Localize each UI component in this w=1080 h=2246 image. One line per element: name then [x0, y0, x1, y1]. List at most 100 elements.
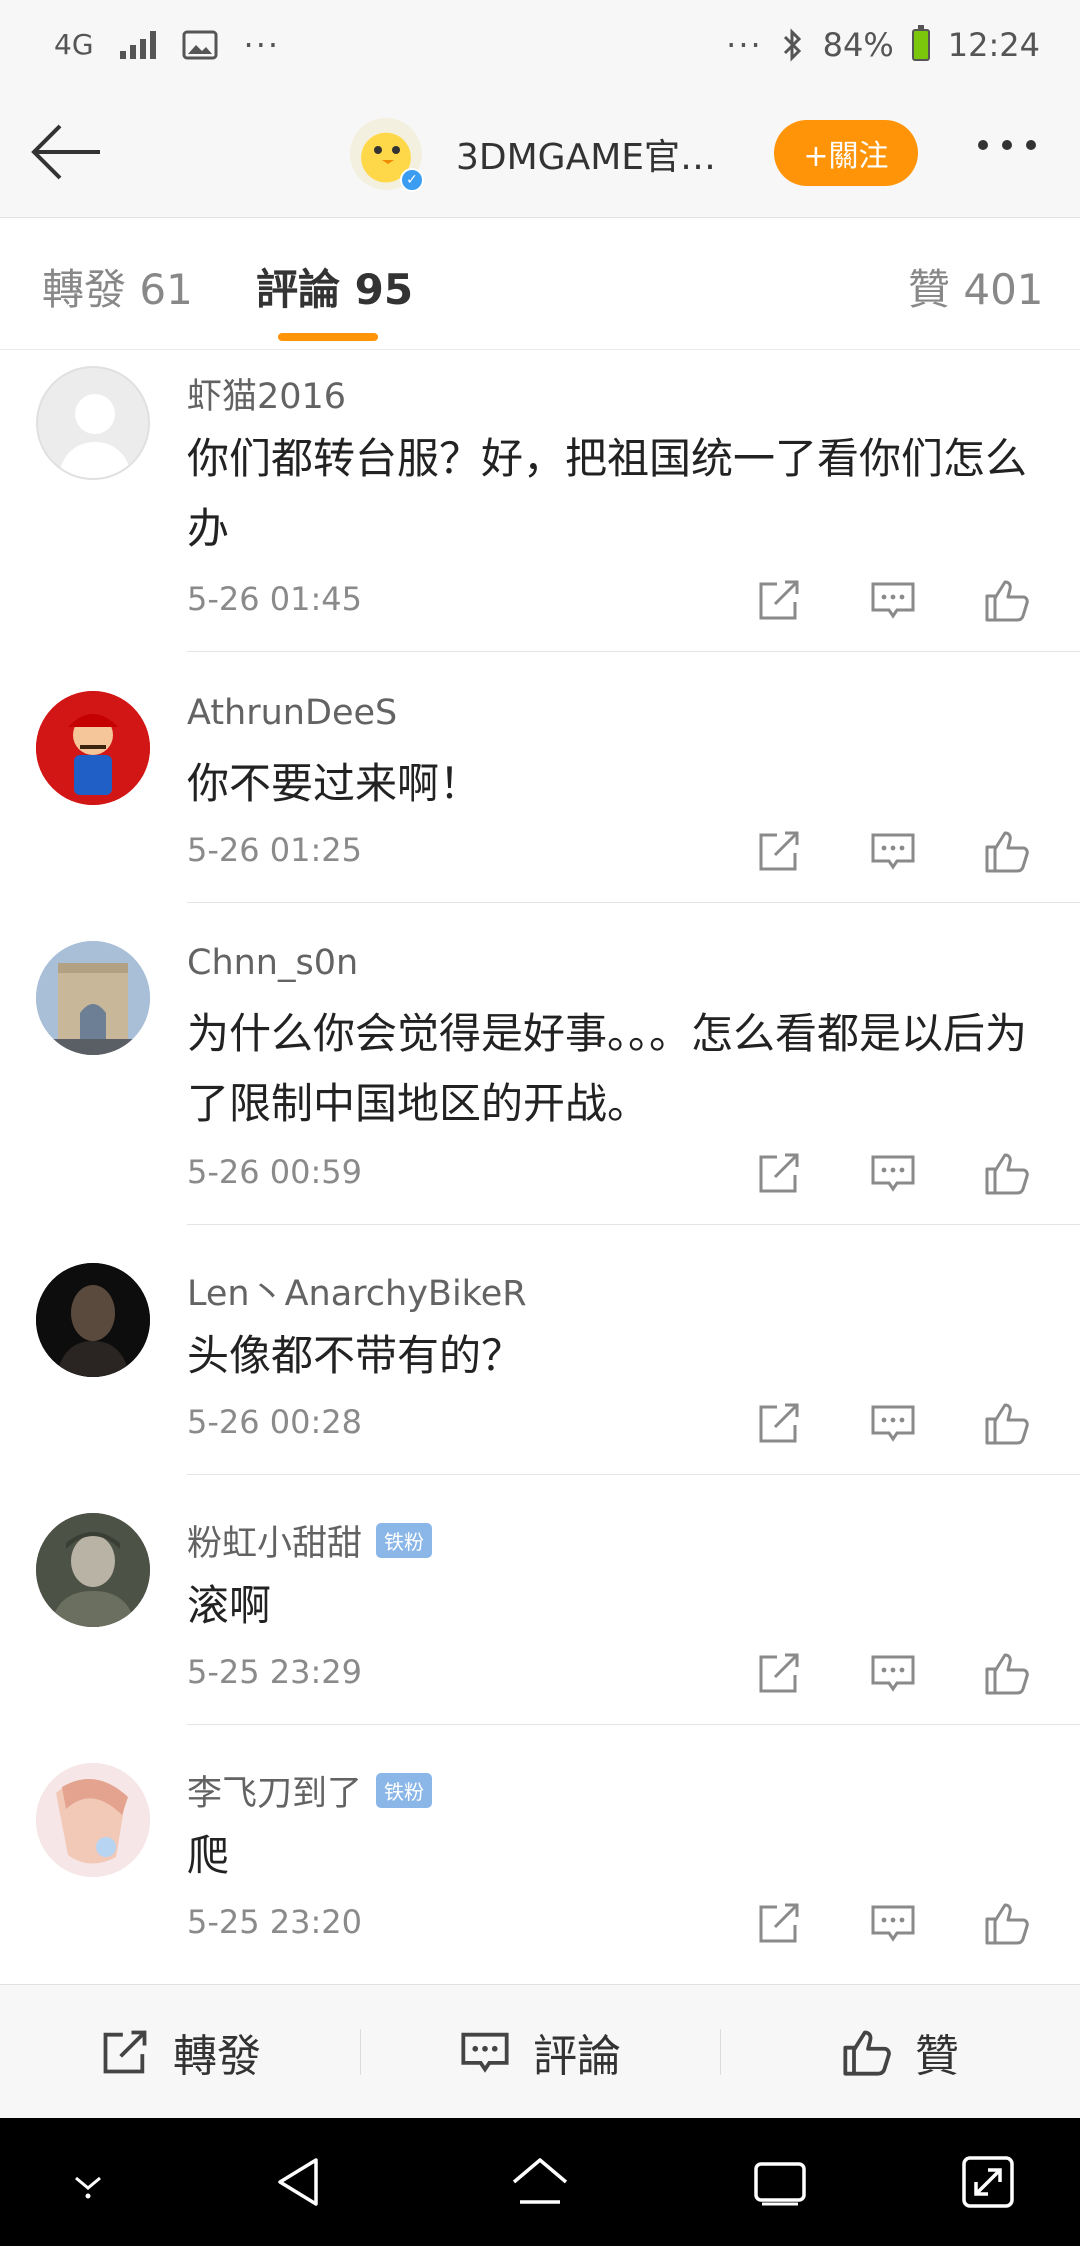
comment-icon[interactable] [869, 827, 917, 875]
bottom-action-bar: 轉發 評論 贊 [0, 1984, 1080, 2118]
clock: 12:24 [947, 26, 1040, 64]
notification-dots: ··· [243, 26, 281, 64]
comment-username[interactable]: AthrunDeeS [187, 693, 397, 733]
comment-item: Chnn_s0n 为什么你会觉得是好事。。。怎么看都是以后为了限制中国地区的开战… [0, 933, 1080, 1225]
repost-button[interactable]: 轉發 [0, 1985, 360, 2118]
comment-time: 5-25 23:29 [187, 1653, 363, 1691]
dark-portrait-avatar-icon [36, 1263, 150, 1377]
battery-icon [911, 25, 930, 61]
comment-username[interactable]: Chnn_s0n [187, 943, 358, 983]
mario-avatar-icon [36, 691, 150, 805]
tab-comments[interactable]: 評論 95 [256, 256, 413, 317]
like-icon[interactable] [983, 1899, 1031, 1947]
account-avatar[interactable]: ✓ [350, 118, 424, 192]
avatar[interactable] [36, 691, 150, 805]
back-arrow-icon[interactable] [28, 120, 104, 184]
comment-time: 5-26 01:45 [187, 580, 363, 618]
repost-icon[interactable] [755, 576, 803, 624]
nav-recents-icon[interactable] [750, 2152, 810, 2212]
signal-icon [119, 31, 156, 59]
follow-button[interactable]: +關注 [774, 120, 918, 186]
comment-item: 虾猫2016 你们都转台服？好，把祖国统一了看你们怎么办 5-26 01:45 [0, 358, 1080, 652]
account-profile[interactable]: ✓ 3DMGAME官… [350, 118, 716, 192]
divider [187, 902, 1080, 903]
comment-icon [461, 2032, 509, 2073]
nav-home-icon[interactable] [510, 2152, 570, 2212]
status-bar: 4G ··· ··· 84% 12:24 [0, 0, 1080, 90]
tab-repost[interactable]: 轉發 61 [42, 256, 193, 317]
repost-icon[interactable] [755, 1649, 803, 1697]
comment-icon[interactable] [869, 1149, 917, 1197]
image-icon [182, 30, 218, 60]
avatar[interactable] [36, 1763, 150, 1877]
like-icon[interactable] [983, 1149, 1031, 1197]
tab-bar: 轉發 61 評論 95 贊 401 [0, 218, 1080, 350]
comment-icon[interactable] [869, 1899, 917, 1947]
like-label: 贊 [915, 2030, 959, 2082]
comment-button[interactable]: 評論 [360, 1985, 720, 2118]
bluetooth-icon [783, 28, 801, 62]
avatar[interactable] [36, 366, 150, 480]
avatar[interactable] [36, 941, 150, 1055]
comment-item: 李飞刀到了 铁粉 爬 5-25 23:20 [0, 1755, 1080, 1975]
comment-username[interactable]: 粉虹小甜甜 铁粉 [187, 1515, 433, 1566]
hide-nav-icon[interactable] [58, 2152, 118, 2212]
anime-avatar-icon [36, 1763, 150, 1877]
repost-label: 轉發 [173, 2030, 261, 2082]
nav-expand-icon[interactable] [958, 2152, 1018, 2212]
comment-icon[interactable] [869, 576, 917, 624]
more-menu-icon[interactable] [978, 140, 1036, 150]
battery-percent: 84% [822, 26, 894, 64]
comment-icon[interactable] [869, 1649, 917, 1697]
like-button[interactable]: 贊 [720, 1985, 1080, 2118]
like-icon[interactable] [983, 827, 1031, 875]
divider [187, 651, 1080, 652]
avatar[interactable] [36, 1263, 150, 1377]
tab-likes[interactable]: 贊 401 [908, 256, 1044, 317]
account-name[interactable]: 3DMGAME官… [456, 128, 716, 180]
active-tab-indicator [278, 333, 378, 341]
repost-icon[interactable] [755, 827, 803, 875]
iron-fan-badge: 铁粉 [376, 1773, 433, 1808]
repost-icon[interactable] [755, 1149, 803, 1197]
like-icon[interactable] [983, 576, 1031, 624]
comment-username[interactable]: 虾猫2016 [187, 368, 346, 419]
repost-icon[interactable] [755, 1899, 803, 1947]
like-icon[interactable] [983, 1649, 1031, 1697]
repost-icon [103, 2030, 147, 2073]
comment-time: 5-26 00:59 [187, 1153, 363, 1191]
verified-badge-icon: ✓ [400, 168, 424, 192]
comment-time: 5-26 01:25 [187, 831, 363, 869]
soldier-photo-avatar-icon [36, 1513, 150, 1627]
comment-text: 你不要过来啊！ [187, 759, 482, 808]
comment-item: Len丶AnarchyBikeR 头像都不带有的？ 5-26 00:28 [0, 1255, 1080, 1475]
like-icon [843, 2030, 891, 2076]
network-indicator: 4G [54, 28, 94, 61]
status-more-dots: ··· [726, 26, 763, 64]
system-nav-bar [0, 2118, 1080, 2246]
divider [187, 1724, 1080, 1725]
repost-icon[interactable] [755, 1399, 803, 1447]
comment-username[interactable]: Len丶AnarchyBikeR [187, 1265, 527, 1316]
divider [187, 1474, 1080, 1475]
comment-label: 評論 [533, 2030, 621, 2082]
comment-time: 5-25 23:20 [187, 1903, 363, 1941]
like-icon[interactable] [983, 1399, 1031, 1447]
comment-text: 滚啊 [187, 1581, 272, 1630]
iron-fan-badge: 铁粉 [376, 1523, 433, 1558]
comment-username[interactable]: 李飞刀到了 铁粉 [187, 1765, 433, 1816]
default-avatar-icon [58, 394, 132, 478]
comment-time: 5-26 00:28 [187, 1403, 363, 1441]
avatar[interactable] [36, 1513, 150, 1627]
arch-photo-avatar-icon [36, 941, 150, 1055]
divider [187, 1224, 1080, 1225]
nav-back-icon[interactable] [270, 2152, 330, 2212]
comment-text: 为什么你会觉得是好事。。。怎么看都是以后为了限制中国地区的开战。 [187, 1009, 1028, 1128]
comment-text: 爬 [187, 1831, 230, 1880]
app-header: ✓ 3DMGAME官… +關注 [0, 90, 1080, 218]
comment-icon[interactable] [869, 1399, 917, 1447]
comment-text: 头像都不带有的？ [187, 1331, 524, 1380]
comment-text: 你们都转台服？好，把祖国统一了看你们怎么办 [187, 434, 1028, 553]
comment-item: 粉虹小甜甜 铁粉 滚啊 5-25 23:29 [0, 1505, 1080, 1725]
comment-item: AthrunDeeS 你不要过来啊！ 5-26 01:25 [0, 683, 1080, 903]
